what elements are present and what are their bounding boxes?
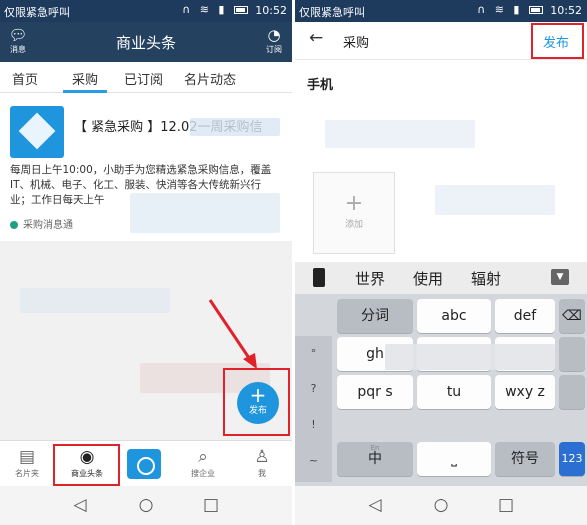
bottom-nav: ▤ 名片夹 ◉ 商业头条 ⌕ 搜企业 ♙ 我 <box>0 440 292 486</box>
person-icon: ♙ <box>254 447 270 467</box>
tab-purchase[interactable]: 采购 <box>72 69 98 88</box>
red-arrow-icon <box>208 299 257 369</box>
blur-mask <box>130 193 280 233</box>
blur-mask <box>20 288 170 313</box>
key-segment[interactable]: 分词 <box>337 299 413 333</box>
key-abc[interactable]: abc <box>417 299 491 333</box>
battery-icon <box>529 6 543 14</box>
side-key[interactable]: ! <box>298 409 329 441</box>
subscribe-label: 订阅 <box>266 45 282 54</box>
symbol-column: ° ? ! ~ <box>295 336 332 482</box>
status-time: 10:52 <box>550 4 582 17</box>
status-icons: ∩ ≋ ▮ <box>182 3 248 16</box>
rss-icon: ◔ <box>267 26 281 44</box>
subscribe-button[interactable]: ◔ 订阅 <box>258 25 290 59</box>
candidate-word[interactable]: 世界 <box>355 268 385 289</box>
key-chinese[interactable]: En 中 <box>337 442 413 476</box>
battery-icon <box>234 6 248 14</box>
tab-bar: 首页 采购 已订阅 名片动态 <box>0 62 292 93</box>
nav-card-holder[interactable]: ▤ 名片夹 <box>2 445 52 479</box>
plus-icon: + <box>344 191 364 216</box>
highlight-box-fab <box>223 368 290 436</box>
status-bar: 仅限紧急呼叫 ∩ ≋ ▮ 10:52 <box>0 0 292 22</box>
compose-text: 手机 <box>307 78 334 93</box>
tab-subscribed[interactable]: 已订阅 <box>124 69 163 88</box>
blur-mask <box>190 118 280 136</box>
backspace-key[interactable]: ⌫ <box>559 299 585 333</box>
blur-mask <box>325 120 475 148</box>
add-photo-button[interactable]: + 添加 <box>313 172 395 254</box>
system-back-icon[interactable]: ◁ <box>65 495 95 515</box>
feed-card[interactable]: 【 紧急采购 】12.02一周采购信 每周日上午10:00，小助手为您精选紧急采… <box>0 93 292 241</box>
card-icon: ▤ <box>18 447 36 467</box>
tab-card-updates[interactable]: 名片动态 <box>184 69 236 88</box>
system-nav-bar: ◁ ○ □ <box>0 486 292 525</box>
candidate-word[interactable]: 辐射 <box>471 268 501 289</box>
space-icon: ⎵ <box>451 451 457 467</box>
side-key[interactable]: ° <box>298 338 329 370</box>
compose-body[interactable]: 手机 + 添加 <box>295 60 587 262</box>
keyboard: ° ? ! ~ 分词 abc def ⌫ gh pqr s tu wxy z E… <box>295 294 587 486</box>
compose-title: 采购 <box>343 36 370 51</box>
key-wxyz[interactable]: wxy z <box>495 375 555 409</box>
key-def[interactable]: def <box>495 299 555 333</box>
left-screen: 仅限紧急呼叫 ∩ ≋ ▮ 10:52 💬︎ 消息 商业头条 ◔ 订阅 首页 采购… <box>0 0 292 525</box>
space-key[interactable]: ⎵ <box>417 442 491 476</box>
key-pqrs[interactable]: pqr s <box>337 375 413 409</box>
status-icons: ∩ ≋ ▮ <box>477 3 543 16</box>
candidate-word[interactable]: 使用 <box>413 268 443 289</box>
candidate-bar: 世界 使用 辐射 ▼ <box>295 262 587 294</box>
carrier-text: 仅限紧急呼叫 <box>4 6 70 19</box>
highlight-box-nav <box>53 444 120 486</box>
key-clear[interactable] <box>559 337 585 371</box>
side-key[interactable]: ~ <box>298 445 329 477</box>
system-back-icon[interactable]: ◁ <box>360 495 390 515</box>
search-icon: ⌕ <box>198 447 208 467</box>
card-source: 采购消息通 <box>10 216 73 231</box>
side-key[interactable]: ? <box>298 373 329 405</box>
system-recent-icon[interactable]: □ <box>491 495 521 515</box>
card-logo-icon <box>10 106 64 158</box>
system-home-icon[interactable]: ○ <box>426 495 456 515</box>
system-recent-icon[interactable]: □ <box>196 495 226 515</box>
carrier-text: 仅限紧急呼叫 <box>299 6 365 19</box>
page-title: 商业头条 <box>115 34 176 52</box>
blur-mask <box>435 185 555 215</box>
blur-mask <box>385 344 555 370</box>
source-icon <box>10 221 18 229</box>
add-photo-label: 添加 <box>344 220 363 230</box>
status-time: 10:52 <box>255 4 287 17</box>
phone-icon <box>313 268 325 287</box>
key-numbers[interactable]: 123 <box>559 442 585 476</box>
key-tuv[interactable]: tu <box>417 375 491 409</box>
key-symbols[interactable]: 符号 <box>495 442 555 476</box>
key-enter[interactable] <box>559 375 585 409</box>
right-screen: 仅限紧急呼叫 ∩ ≋ ▮ 10:52 ← 采购 发布 手机 + 添加 世界 使用… <box>295 0 587 525</box>
backspace-icon: ⌫ <box>562 308 582 324</box>
collapse-keyboard-icon[interactable]: ▼ <box>551 269 569 285</box>
status-bar: 仅限紧急呼叫 ∩ ≋ ▮ 10:52 <box>295 0 587 22</box>
highlight-box-publish <box>531 23 584 59</box>
system-nav-bar: ◁ ○ □ <box>295 486 587 525</box>
nav-search-company[interactable]: ⌕ 搜企业 <box>178 445 228 479</box>
tab-home[interactable]: 首页 <box>12 69 38 88</box>
camera-button[interactable] <box>127 449 161 479</box>
system-home-icon[interactable]: ○ <box>131 495 161 515</box>
nav-me[interactable]: ♙ 我 <box>237 445 287 479</box>
back-arrow-icon[interactable]: ← <box>309 28 323 48</box>
app-header: 💬︎ 消息 商业头条 ◔ 订阅 <box>0 22 292 62</box>
